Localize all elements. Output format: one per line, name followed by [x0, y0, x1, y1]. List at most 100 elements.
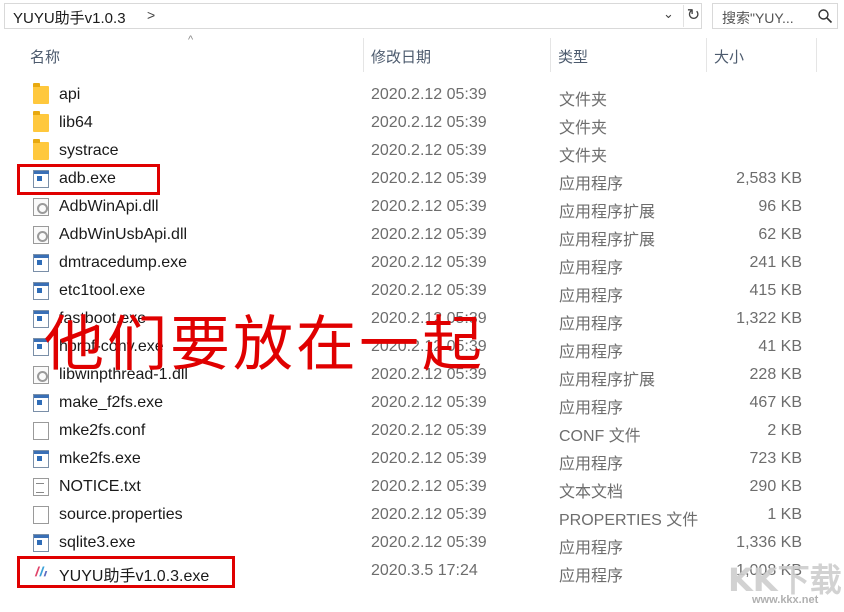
column-header-modified[interactable]: 修改日期: [363, 36, 550, 72]
file-type: 应用程序: [559, 316, 624, 333]
column-header-row: ^ 名称 修改日期 类型 大小: [0, 34, 844, 72]
list-item[interactable]: make_f2fs.exe 2020.2.12 05:39 应用程序 467 K…: [0, 389, 844, 417]
file-size: 62 KB: [758, 226, 802, 243]
file-modified: 2020.2.12 05:39: [371, 450, 487, 467]
address-bar[interactable]: YUYU助手v1.0.3 > ⌄ ↻: [4, 3, 702, 29]
file-type: 文本文档: [559, 484, 624, 501]
file-modified: 2020.2.12 05:39: [371, 478, 487, 495]
column-header-size[interactable]: 大小: [706, 36, 816, 72]
file-modified: 2020.2.12 05:39: [371, 142, 487, 159]
highlight-box-adb: [17, 164, 160, 195]
column-divider[interactable]: [816, 38, 817, 72]
file-size: 241 KB: [749, 254, 802, 271]
file-name: systrace: [59, 142, 119, 159]
annotation-caption: 他们要放在一起: [44, 310, 485, 380]
file-type: 应用程序: [559, 568, 624, 585]
file-size: 467 KB: [749, 394, 802, 411]
text-file-icon: [33, 478, 49, 496]
file-icon: [33, 422, 49, 440]
file-modified: 2020.2.12 05:39: [371, 170, 487, 187]
file-size: 228 KB: [749, 366, 802, 383]
file-size: 1,322 KB: [736, 310, 802, 327]
breadcrumb-current-folder[interactable]: YUYU助手v1.0.3: [13, 7, 126, 28]
file-type: 应用程序扩展: [559, 232, 656, 249]
file-modified: 2020.2.12 05:39: [371, 422, 487, 439]
search-box[interactable]: 搜索"YUY...: [712, 3, 838, 29]
file-name: make_f2fs.exe: [59, 394, 164, 411]
file-size: 96 KB: [758, 198, 802, 215]
file-type: PROPERTIES 文件: [559, 512, 699, 529]
exe-icon: [33, 254, 49, 272]
file-type: 应用程序扩展: [559, 204, 656, 221]
file-name: AdbWinApi.dll: [59, 198, 159, 215]
file-type: 应用程序: [559, 288, 624, 305]
column-header-type[interactable]: 类型: [550, 36, 706, 72]
file-name: sqlite3.exe: [59, 534, 136, 551]
file-modified: 2020.2.12 05:39: [371, 198, 487, 215]
file-size: 2,583 KB: [736, 170, 802, 187]
file-icon: [33, 506, 49, 524]
file-type: 文件夹: [559, 148, 608, 165]
file-type: 应用程序: [559, 456, 624, 473]
file-modified: 2020.2.12 05:39: [371, 226, 487, 243]
list-item[interactable]: systrace 2020.2.12 05:39 文件夹: [0, 137, 844, 165]
file-size: 1,336 KB: [736, 534, 802, 551]
list-item[interactable]: mke2fs.conf 2020.2.12 05:39 CONF 文件 2 KB: [0, 417, 844, 445]
file-name: dmtracedump.exe: [59, 254, 188, 271]
list-item[interactable]: AdbWinApi.dll 2020.2.12 05:39 应用程序扩展 96 …: [0, 193, 844, 221]
highlight-box-yuyu: [17, 556, 235, 588]
chevron-down-icon[interactable]: ⌄: [663, 6, 674, 22]
list-item[interactable]: dmtracedump.exe 2020.2.12 05:39 应用程序 241…: [0, 249, 844, 277]
watermark-url: www.kkx.net: [752, 594, 819, 606]
breadcrumb-separator-icon[interactable]: >: [147, 7, 155, 23]
file-type: CONF 文件: [559, 428, 641, 445]
refresh-icon[interactable]: ↻: [683, 5, 703, 27]
list-item[interactable]: NOTICE.txt 2020.2.12 05:39 文本文档 290 KB: [0, 473, 844, 501]
file-size: 2 KB: [767, 422, 802, 439]
exe-icon: [33, 394, 49, 412]
file-size: 41 KB: [758, 338, 802, 355]
file-name: mke2fs.conf: [59, 422, 146, 439]
file-modified: 2020.2.12 05:39: [371, 534, 487, 551]
folder-icon: [33, 139, 49, 160]
dll-icon: [33, 226, 49, 244]
file-name: source.properties: [59, 506, 183, 523]
list-item[interactable]: source.properties 2020.2.12 05:39 PROPER…: [0, 501, 844, 529]
exe-icon: [33, 534, 49, 552]
list-item[interactable]: api 2020.2.12 05:39 文件夹: [0, 81, 844, 109]
folder-icon: [33, 83, 49, 104]
list-item[interactable]: AdbWinUsbApi.dll 2020.2.12 05:39 应用程序扩展 …: [0, 221, 844, 249]
folder-icon: [33, 111, 49, 132]
file-type: 应用程序: [559, 260, 624, 277]
file-type: 文件夹: [559, 120, 608, 137]
file-size: 415 KB: [749, 282, 802, 299]
file-name: mke2fs.exe: [59, 450, 141, 467]
search-icon[interactable]: [817, 8, 833, 24]
column-header-name[interactable]: 名称: [22, 36, 362, 72]
file-modified: 2020.2.12 05:39: [371, 254, 487, 271]
exe-icon: [33, 450, 49, 468]
file-name: api: [59, 86, 81, 103]
file-modified: 2020.2.12 05:39: [371, 394, 487, 411]
file-name: AdbWinUsbApi.dll: [59, 226, 188, 243]
list-item[interactable]: sqlite3.exe 2020.2.12 05:39 应用程序 1,336 K…: [0, 529, 844, 557]
list-item[interactable]: mke2fs.exe 2020.2.12 05:39 应用程序 723 KB: [0, 445, 844, 473]
file-modified: 2020.2.12 05:39: [371, 114, 487, 131]
file-type: 应用程序: [559, 176, 624, 193]
file-size: 723 KB: [749, 450, 802, 467]
file-modified: 2020.2.12 05:39: [371, 86, 487, 103]
dll-icon: [33, 198, 49, 216]
file-type: 应用程序: [559, 400, 624, 417]
file-name: NOTICE.txt: [59, 478, 141, 495]
file-size: 1 KB: [767, 506, 802, 523]
file-type: 应用程序: [559, 540, 624, 557]
search-placeholder: 搜索"YUY...: [722, 10, 794, 26]
file-size: 290 KB: [749, 478, 802, 495]
file-modified: 2020.2.12 05:39: [371, 506, 487, 523]
file-modified: 2020.3.5 17:24: [371, 562, 478, 579]
file-type: 应用程序扩展: [559, 372, 656, 389]
file-type: 文件夹: [559, 92, 608, 109]
address-bar-region: YUYU助手v1.0.3 > ⌄ ↻ 搜索"YUY...: [0, 0, 844, 32]
list-item[interactable]: lib64 2020.2.12 05:39 文件夹: [0, 109, 844, 137]
file-type: 应用程序: [559, 344, 624, 361]
